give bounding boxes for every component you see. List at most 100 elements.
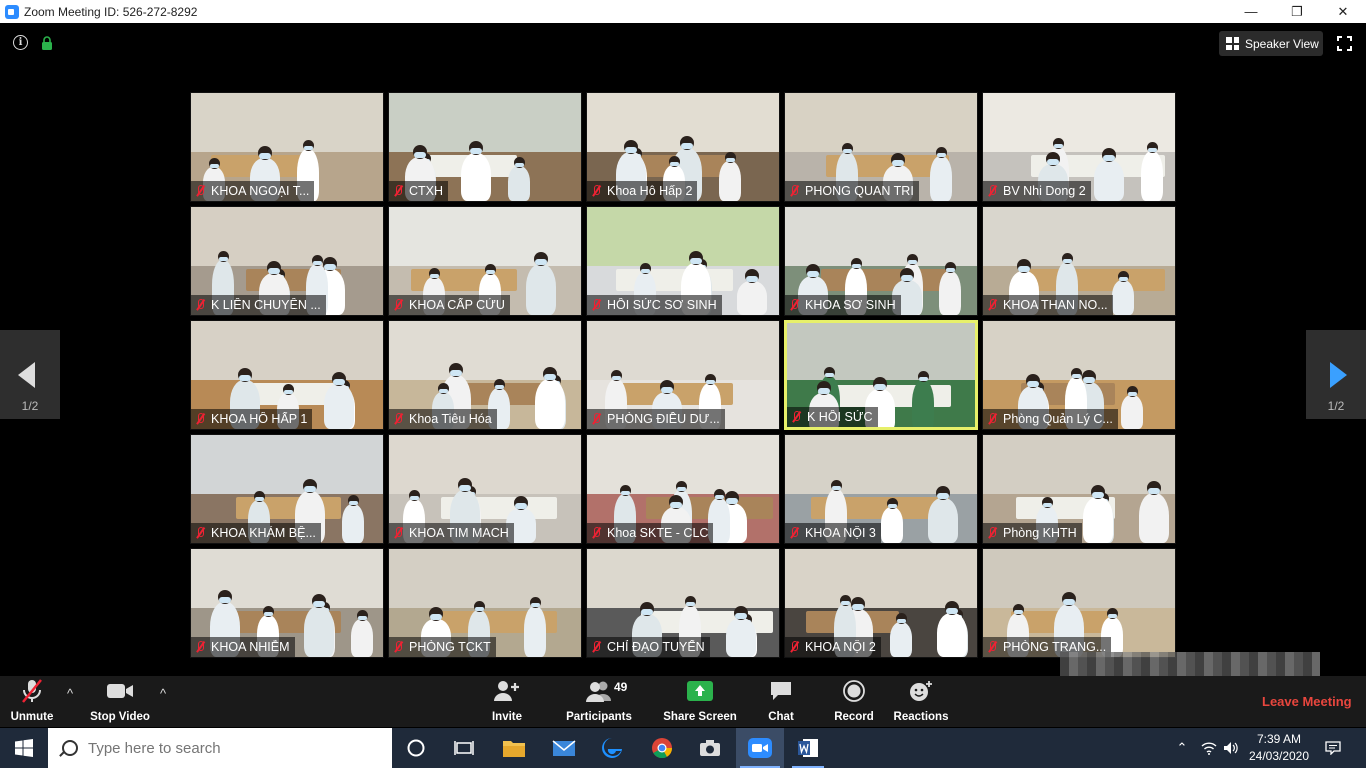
participant-name: CHỈ ĐẠO TUYẾN bbox=[607, 640, 705, 654]
meeting-info-icon[interactable]: i bbox=[13, 35, 28, 50]
participant-tile[interactable]: Phòng Quản Lý C... bbox=[982, 320, 1176, 430]
mic-muted-icon bbox=[591, 412, 601, 426]
record-icon bbox=[843, 680, 865, 702]
participant-tile[interactable]: KHOA CẤP CỨU bbox=[388, 206, 582, 316]
close-button[interactable]: ✕ bbox=[1320, 0, 1366, 23]
participant-name-tag: KHOA NGOẠI T... bbox=[191, 181, 315, 201]
chrome-browser-icon bbox=[652, 738, 673, 759]
reactions-button[interactable]: Reactions bbox=[892, 676, 950, 727]
cortana-button[interactable] bbox=[392, 728, 440, 768]
mic-muted-icon bbox=[195, 412, 205, 426]
leave-meeting-button[interactable]: Leave Meeting bbox=[1262, 694, 1352, 709]
action-center-button[interactable] bbox=[1320, 728, 1346, 768]
participant-name-tag: KHOA SƠ SINH bbox=[785, 295, 901, 315]
participant-name-tag: Khoa SKTE - CLC bbox=[587, 523, 714, 543]
participant-tile[interactable]: CHỈ ĐẠO TUYẾN bbox=[586, 548, 780, 658]
participant-name-tag: PHÒNG ĐIỀU DƯ... bbox=[587, 409, 725, 429]
participant-name-tag: Phòng Quản Lý C... bbox=[983, 409, 1118, 429]
encryption-lock-icon[interactable] bbox=[41, 36, 53, 50]
taskbar-search-input[interactable] bbox=[88, 739, 368, 757]
zoom-logo-icon bbox=[5, 4, 19, 19]
mic-muted-icon bbox=[791, 410, 801, 424]
participant-tile[interactable]: KHOA THAN NO... bbox=[982, 206, 1176, 316]
participant-tile[interactable]: HỒI SỨC SƠ SINH bbox=[586, 206, 780, 316]
taskbar-clock[interactable]: 7:39 AM 24/03/2020 bbox=[1244, 731, 1314, 765]
taskbar-file-explorer[interactable] bbox=[490, 728, 538, 768]
share-screen-button[interactable]: Share Screen bbox=[663, 676, 737, 727]
participant-name: K HỒI SỨC bbox=[807, 410, 873, 424]
show-hidden-icons-button[interactable]: ⌃ bbox=[1172, 728, 1192, 768]
participant-tile[interactable]: PHÒNG ĐIỀU DƯ... bbox=[586, 320, 780, 430]
start-button[interactable] bbox=[0, 728, 48, 768]
windows-logo-icon bbox=[15, 739, 33, 757]
participant-tile[interactable]: Khoa Tiêu Hóa bbox=[388, 320, 582, 430]
taskbar-mail[interactable] bbox=[540, 728, 588, 768]
speaker-view-button[interactable]: Speaker View bbox=[1219, 31, 1323, 56]
participant-tile[interactable]: Phòng KHTH bbox=[982, 434, 1176, 544]
window-title: Zoom Meeting ID: 526-272-8292 bbox=[24, 4, 198, 19]
mic-muted-icon bbox=[789, 526, 799, 540]
participant-tile[interactable]: KHOA SƠ SINH bbox=[784, 206, 978, 316]
participant-tile[interactable]: K HỒI SỨC bbox=[784, 320, 978, 430]
participant-tile[interactable]: KHOA NGOẠI T... bbox=[190, 92, 384, 202]
participant-tile[interactable]: KHOA NHIỄM bbox=[190, 548, 384, 658]
participant-tile[interactable]: KHOA KHÁM BỆ... bbox=[190, 434, 384, 544]
participant-name-tag: Khoa Tiêu Hóa bbox=[389, 409, 497, 429]
participant-tile[interactable]: PHONG QUAN TRI bbox=[784, 92, 978, 202]
taskbar-chrome[interactable] bbox=[638, 728, 686, 768]
reactions-label: Reactions bbox=[893, 711, 949, 723]
taskbar-search-box[interactable] bbox=[48, 728, 392, 768]
next-page-button[interactable]: 1/2 bbox=[1306, 330, 1366, 419]
invite-label: Invite bbox=[491, 711, 523, 723]
participant-name: Khoa Tiêu Hóa bbox=[409, 412, 492, 426]
participant-name-tag: BV Nhi Dong 2 bbox=[983, 181, 1091, 201]
taskbar-zoom[interactable] bbox=[736, 728, 784, 768]
share-screen-icon bbox=[687, 681, 713, 701]
invite-button[interactable]: Invite bbox=[484, 676, 530, 727]
participant-tile[interactable]: PHÒNG TCKT bbox=[388, 548, 582, 658]
unmute-label: Unmute bbox=[10, 711, 54, 723]
taskbar-word[interactable] bbox=[784, 728, 832, 768]
taskbar-edge[interactable] bbox=[588, 728, 636, 768]
minimize-button[interactable]: — bbox=[1228, 0, 1274, 23]
word-app-icon bbox=[798, 739, 818, 757]
restore-button[interactable]: ❐ bbox=[1274, 0, 1320, 23]
fullscreen-icon[interactable] bbox=[1337, 36, 1352, 51]
network-status[interactable] bbox=[1198, 728, 1220, 768]
participant-name: KHOA THAN NO... bbox=[1003, 298, 1108, 312]
previous-page-button[interactable]: 1/2 bbox=[0, 330, 60, 419]
taskbar-camera[interactable] bbox=[686, 728, 734, 768]
cortana-circle-icon bbox=[407, 739, 425, 757]
participant-name-tag: Khoa Hô Hấp 2 bbox=[587, 181, 698, 201]
task-view-button[interactable] bbox=[440, 728, 488, 768]
mic-muted-icon bbox=[789, 298, 799, 312]
unmute-button[interactable]: Unmute bbox=[8, 676, 56, 727]
stop-video-button[interactable]: Stop Video bbox=[88, 676, 152, 727]
participant-name-tag: CHỈ ĐẠO TUYẾN bbox=[587, 637, 710, 657]
participant-tile[interactable]: KHOA HÔ HẤP 1 bbox=[190, 320, 384, 430]
participant-tile[interactable]: KHOA NỘI 3 bbox=[784, 434, 978, 544]
reactions-smiley-icon bbox=[910, 681, 932, 701]
audio-options-caret-icon[interactable]: ^ bbox=[67, 686, 73, 701]
participant-tile[interactable]: K LIÊN CHUYÊN ... bbox=[190, 206, 384, 316]
volume-control[interactable] bbox=[1220, 728, 1242, 768]
participant-tile[interactable]: BV Nhi Dong 2 bbox=[982, 92, 1176, 202]
participant-tile[interactable]: Khoa SKTE - CLC bbox=[586, 434, 780, 544]
chat-button[interactable]: Chat bbox=[762, 676, 800, 727]
mic-muted-icon bbox=[789, 184, 799, 198]
participant-tile[interactable]: CTXH bbox=[388, 92, 582, 202]
record-button[interactable]: Record bbox=[832, 676, 876, 727]
mic-muted-icon bbox=[987, 640, 997, 654]
participant-tile[interactable]: KHOA NỘI 2 bbox=[784, 548, 978, 658]
participant-name: K LIÊN CHUYÊN ... bbox=[211, 298, 321, 312]
participant-name: Khoa SKTE - CLC bbox=[607, 526, 709, 540]
participant-tile[interactable]: PHÒNG TRANG... bbox=[982, 548, 1176, 658]
participant-tile[interactable]: KHOA TIM MACH bbox=[388, 434, 582, 544]
participant-tile[interactable]: Khoa Hô Hấp 2 bbox=[586, 92, 780, 202]
participant-name-tag: KHOA NỘI 3 bbox=[785, 523, 881, 543]
participant-name-tag: KHOA NỘI 2 bbox=[785, 637, 881, 657]
video-options-caret-icon[interactable]: ^ bbox=[160, 686, 166, 701]
participant-name: KHOA CẤP CỨU bbox=[409, 298, 505, 312]
participant-name: PHÒNG ĐIỀU DƯ... bbox=[607, 412, 720, 426]
mic-muted-icon bbox=[987, 298, 997, 312]
